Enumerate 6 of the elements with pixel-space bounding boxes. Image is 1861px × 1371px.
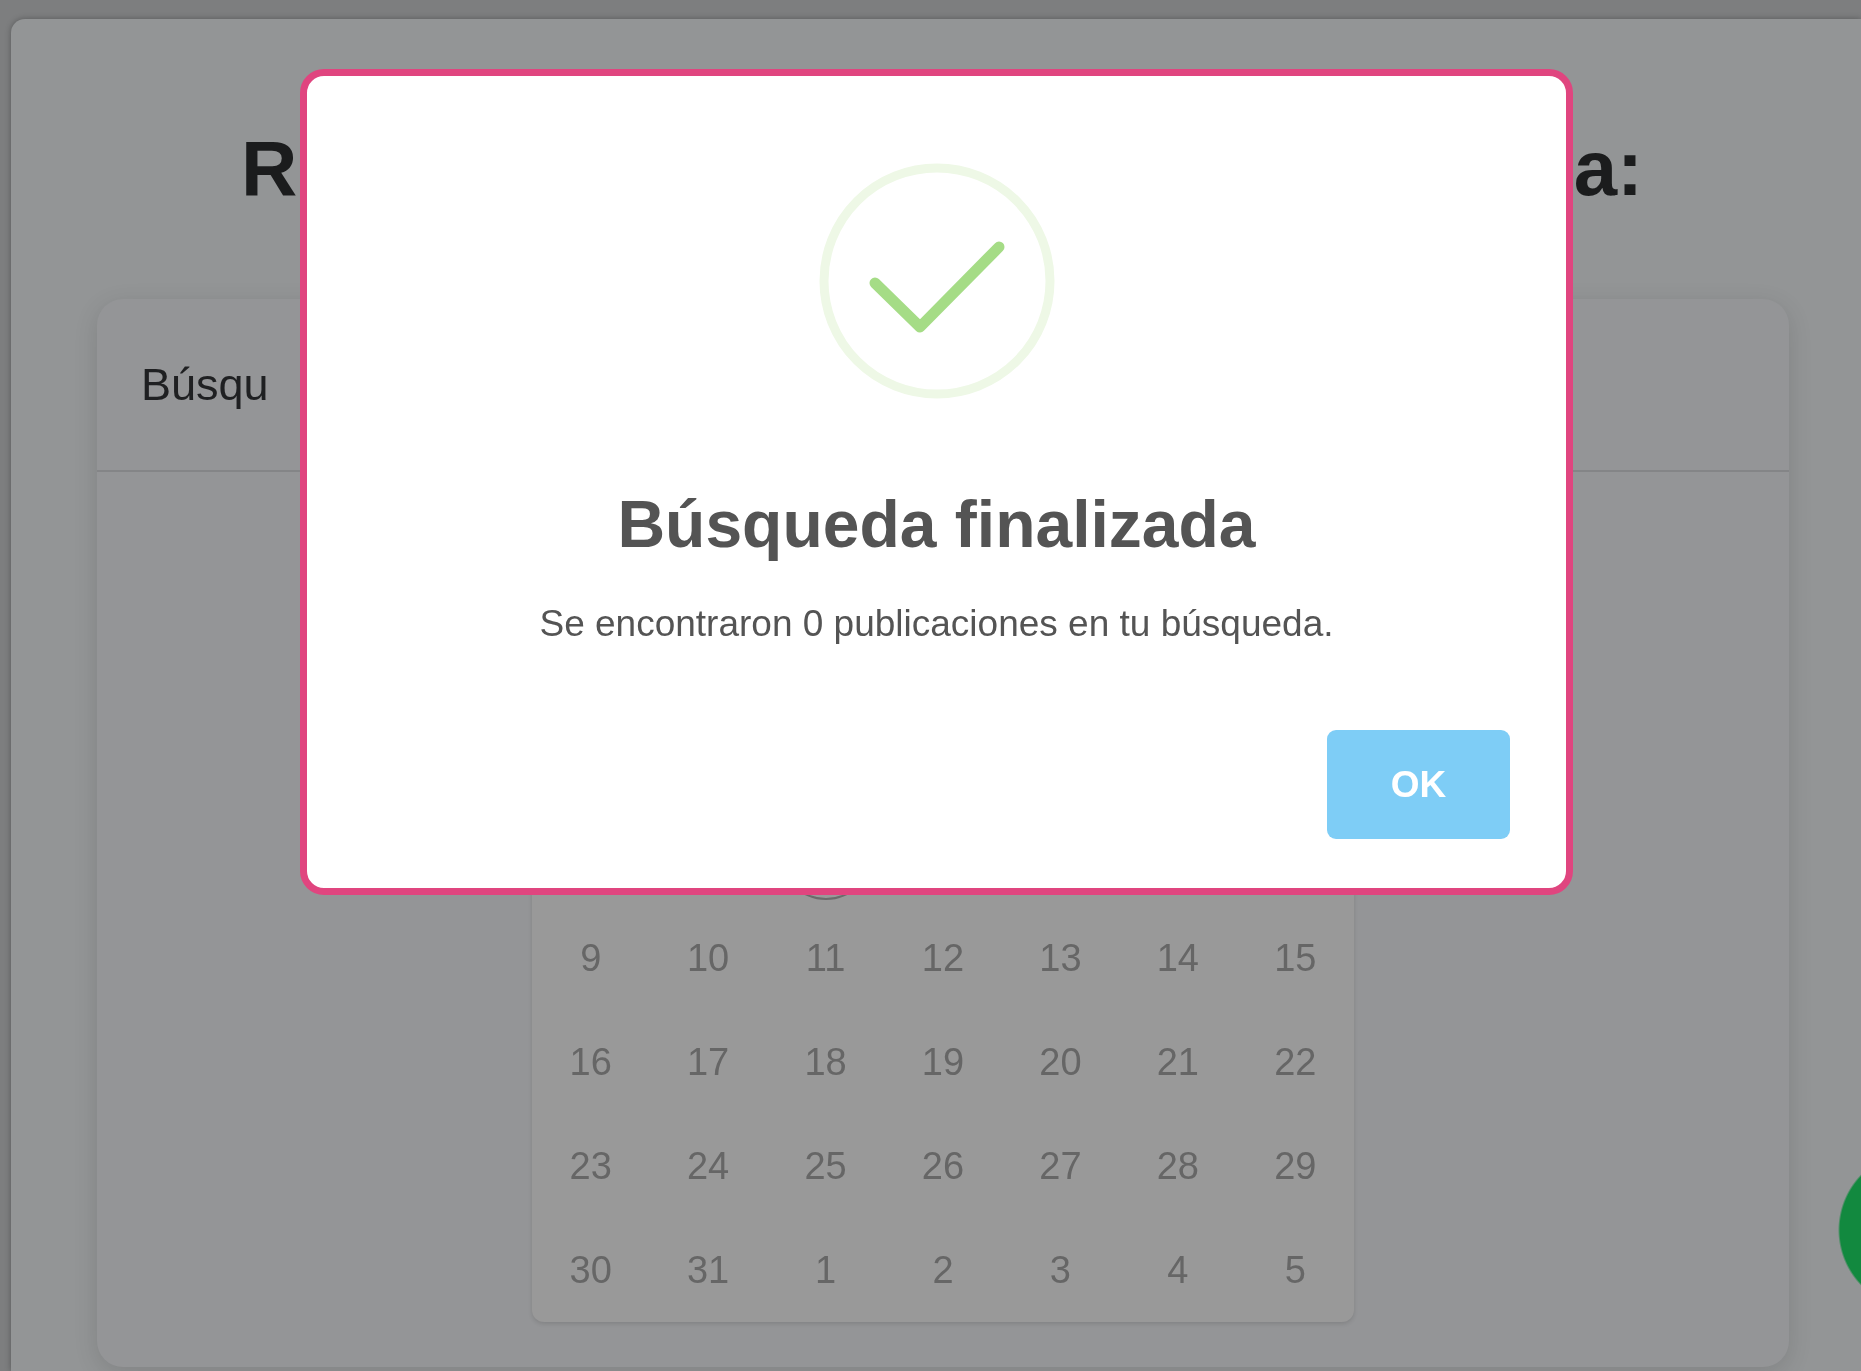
success-check-icon (818, 163, 1055, 399)
dialog-message: Se encontraron 0 publicaciones en tu búsqueda. (539, 605, 1334, 642)
ok-button[interactable]: OK (1327, 730, 1510, 839)
card-title: Búsqu (141, 358, 269, 411)
page-heading: a: (1573, 129, 1643, 214)
page-heading: R (241, 129, 298, 214)
